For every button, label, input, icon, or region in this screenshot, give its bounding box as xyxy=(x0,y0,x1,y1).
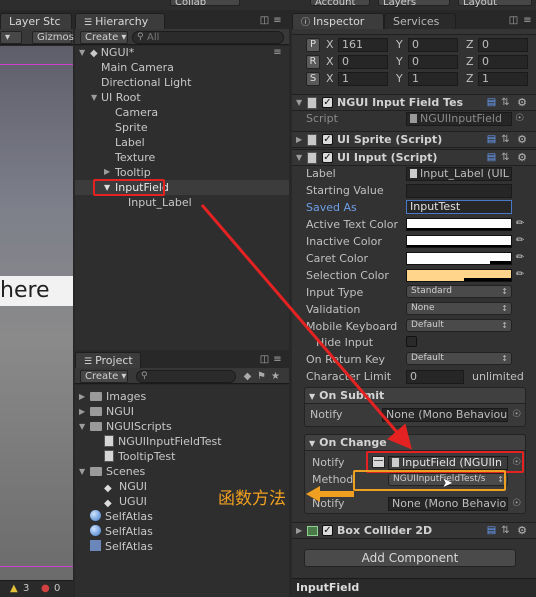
annotation-text: 函数方法 xyxy=(218,489,286,509)
annotation-arrow-red xyxy=(200,204,412,450)
annotation-arrow-orange-head xyxy=(306,486,320,502)
annotation-arrow-orange-shaft xyxy=(318,491,354,497)
